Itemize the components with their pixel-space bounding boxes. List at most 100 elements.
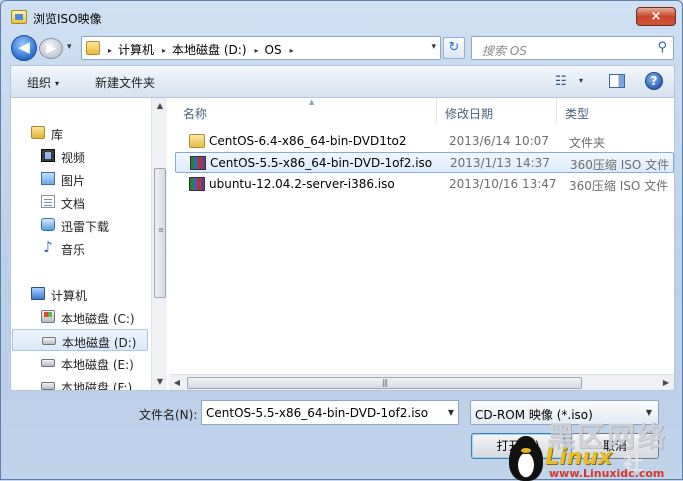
- scrollbar-thumb[interactable]: ≡: [154, 168, 166, 298]
- scroll-left-arrow-icon[interactable]: ◀: [169, 375, 185, 391]
- column-header-label: 类型: [565, 107, 590, 121]
- drive-icon: [41, 382, 55, 390]
- file-type-select[interactable]: CD-ROM 映像 (*.iso) ▼: [470, 400, 659, 425]
- sidebar-item-videos[interactable]: 视频: [11, 145, 149, 167]
- breadcrumb-separator-icon[interactable]: ▸: [290, 46, 294, 55]
- view-options-chevron-down-icon[interactable]: ▾: [579, 76, 583, 85]
- drive-icon: [42, 337, 56, 345]
- grip-icon: |||: [382, 378, 388, 387]
- organize-label: 组织: [27, 76, 52, 90]
- filename-history-chevron-down-icon[interactable]: ▼: [448, 408, 454, 417]
- sidebar-item-drive-f[interactable]: 本地磁盘 (F:): [11, 375, 149, 390]
- sidebar-item-drive-d[interactable]: 本地磁盘 (D:): [12, 329, 148, 351]
- recent-locations-chevron-icon[interactable]: ▾: [67, 42, 72, 52]
- sidebar-item-drive-e[interactable]: 本地磁盘 (E:): [11, 352, 149, 374]
- breadcrumb-separator-icon[interactable]: ▸: [108, 46, 112, 55]
- address-history-chevron-down-icon[interactable]: ▾: [431, 42, 436, 52]
- breadcrumb: ▸ 计算机 ▸ 本地磁盘 (D:) ▸ OS ▸: [106, 41, 300, 58]
- navigation-pane[interactable]: 库 视频 图片 文档 迅雷下载 ♪ 音乐 计算机 本地磁盘 (C:) 本地磁盘 …: [11, 98, 149, 390]
- change-view-icon[interactable]: ☷: [555, 74, 567, 89]
- window-title: 浏览ISO映像: [33, 12, 102, 26]
- sidebar-item-library[interactable]: 库: [11, 122, 149, 144]
- close-button[interactable]: ×: [636, 7, 676, 26]
- drive-icon: [41, 359, 55, 367]
- sidebar-item-documents[interactable]: 文档: [11, 191, 149, 213]
- file-type-value: CD-ROM 映像 (*.iso): [475, 408, 593, 422]
- forward-button[interactable]: ▶: [39, 38, 63, 59]
- help-icon[interactable]: ?: [645, 72, 663, 90]
- column-header-label: 名称: [183, 107, 208, 121]
- file-row[interactable]: CentOS-5.5-x86_64-bin-DVD-1of2.iso 2013/…: [175, 152, 674, 173]
- refresh-button[interactable]: ↻: [443, 37, 465, 59]
- organize-menu-button[interactable]: 组织 ▾: [27, 74, 59, 91]
- file-dialog-window: 浏览ISO映像 × ◀ ▶ ▾ ▸ 计算机 ▸ 本地磁盘 (D:) ▸ OS ▸ ▾ ↻ 搜…: [0, 0, 683, 481]
- file-modified-date: 2013/10/16 13:47: [449, 177, 557, 191]
- breadcrumb-separator-icon[interactable]: ▸: [255, 46, 259, 55]
- dialog-icon: [11, 10, 27, 24]
- scrollbar-thumb[interactable]: |||: [187, 377, 582, 389]
- column-header-modified[interactable]: 修改日期: [437, 98, 557, 124]
- file-type: 360压缩 ISO 文件: [570, 158, 670, 172]
- sidebar-item-label: 图片: [61, 174, 86, 188]
- breadcrumb-item-computer[interactable]: 计算机: [118, 43, 154, 57]
- browser-area: 库 视频 图片 文档 迅雷下载 ♪ 音乐 计算机 本地磁盘 (C:) 本地磁盘 …: [10, 97, 675, 391]
- breadcrumb-item-os[interactable]: OS: [265, 43, 282, 57]
- chevron-down-icon: ▼: [645, 408, 652, 417]
- sidebar-item-label: 本地磁盘 (C:): [61, 312, 135, 326]
- system-drive-icon: [41, 310, 55, 323]
- title-bar[interactable]: 浏览ISO映像 ×: [1, 1, 682, 33]
- file-name: CentOS-5.5-x86_64-bin-DVD-1of2.iso: [210, 156, 433, 170]
- sidebar-item-downloads[interactable]: 迅雷下载: [11, 214, 149, 236]
- breadcrumb-item-drive-d[interactable]: 本地磁盘 (D:): [172, 43, 246, 57]
- computer-icon: [31, 287, 45, 300]
- filename-label: 文件名(N):: [139, 408, 198, 422]
- address-bar[interactable]: ▸ 计算机 ▸ 本地磁盘 (D:) ▸ OS ▸ ▾: [81, 36, 441, 60]
- sidebar-item-label: 本地磁盘 (F:): [61, 381, 133, 390]
- navigation-pane-scrollbar[interactable]: ▲ ≡ ▼: [151, 98, 167, 390]
- sidebar-item-drive-c[interactable]: 本地磁盘 (C:): [11, 306, 149, 328]
- sidebar-item-pictures[interactable]: 图片: [11, 168, 149, 190]
- sidebar-item-label: 本地磁盘 (E:): [61, 358, 134, 372]
- new-folder-button[interactable]: 新建文件夹: [95, 74, 155, 91]
- column-header-name[interactable]: 名称: [175, 98, 437, 124]
- file-row[interactable]: ubuntu-12.04.2-server-i386.iso 2013/10/1…: [175, 174, 674, 195]
- file-list-horizontal-scrollbar[interactable]: ◀ ||| ▶: [169, 374, 674, 390]
- file-list[interactable]: ▲ 名称 修改日期 类型 CentOS-6.4-x86_64-bin-DVD1t…: [169, 98, 674, 390]
- watermark-url-text: www.Linuxidc.com: [549, 467, 665, 480]
- file-modified-date: 2013/6/14 10:07: [449, 134, 549, 148]
- scroll-down-arrow-icon[interactable]: ▼: [152, 374, 168, 390]
- column-header-label: 修改日期: [445, 107, 494, 121]
- sidebar-item-music[interactable]: ♪ 音乐: [11, 237, 149, 259]
- file-row[interactable]: CentOS-6.4-x86_64-bin-DVD1to2 2013/6/14 …: [175, 131, 674, 152]
- scroll-up-arrow-icon[interactable]: ▲: [152, 98, 168, 114]
- file-type: 360压缩 ISO 文件: [569, 179, 669, 193]
- cancel-button[interactable]: 取消: [571, 433, 659, 459]
- grip-icon: ≡: [158, 226, 164, 234]
- sidebar-item-computer[interactable]: 计算机: [11, 283, 149, 305]
- sidebar-item-label: 库: [51, 128, 64, 142]
- sidebar-item-label: 文档: [61, 197, 86, 211]
- library-icon: [31, 126, 45, 139]
- sidebar-item-label: 计算机: [51, 289, 88, 303]
- navigation-bar: ◀ ▶ ▾ ▸ 计算机 ▸ 本地磁盘 (D:) ▸ OS ▸ ▾ ↻ 搜索 OS ⚲: [1, 33, 682, 63]
- command-toolbar: 组织 ▾ 新建文件夹 ☷ ▾ ?: [10, 65, 675, 97]
- pictures-icon: [41, 172, 55, 185]
- breadcrumb-separator-icon[interactable]: ▸: [162, 46, 166, 55]
- chevron-down-icon: ▾: [55, 79, 60, 88]
- column-header-type[interactable]: 类型: [557, 98, 674, 124]
- music-icon: ♪: [43, 238, 53, 256]
- open-button[interactable]: 打开(O): [471, 433, 565, 459]
- file-name: CentOS-6.4-x86_64-bin-DVD1to2: [209, 134, 407, 148]
- download-icon: [41, 218, 55, 231]
- search-icon: ⚲: [657, 40, 667, 55]
- scroll-right-arrow-icon[interactable]: ▶: [658, 375, 674, 391]
- video-icon: [41, 149, 55, 162]
- search-input[interactable]: 搜索 OS ⚲: [471, 36, 674, 60]
- iso-archive-icon: [190, 156, 206, 170]
- file-type: 文件夹: [569, 136, 606, 150]
- iso-archive-icon: [189, 177, 205, 191]
- filename-input[interactable]: CentOS-5.5-x86_64-bin-DVD-1of2.iso ▼: [201, 400, 459, 425]
- sidebar-item-label: 视频: [61, 151, 86, 165]
- back-button[interactable]: ◀: [11, 35, 37, 61]
- preview-pane-icon[interactable]: [609, 74, 625, 88]
